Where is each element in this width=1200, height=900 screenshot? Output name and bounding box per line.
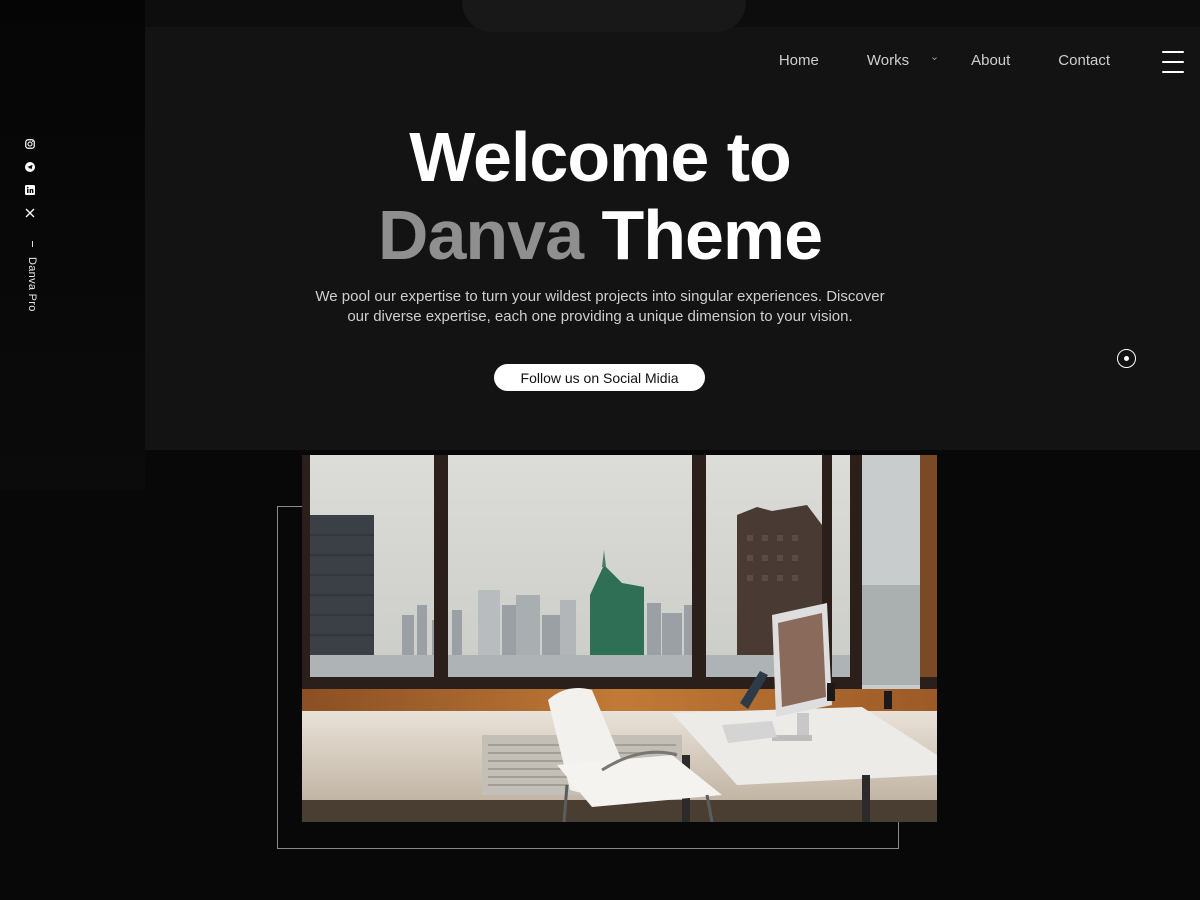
hero-headline: Welcome to Danva Theme: [0, 118, 1200, 274]
nav-contact[interactable]: Contact: [1058, 52, 1110, 69]
nav-works[interactable]: Works: [867, 50, 940, 69]
follow-social-button[interactable]: Follow us on Social Midia: [494, 364, 705, 391]
hamburger-icon[interactable]: [1162, 51, 1184, 73]
headline-brand: Danva: [377, 196, 584, 274]
headline-line1: Welcome to: [409, 118, 792, 196]
office-photo: [302, 455, 937, 822]
top-notch: [462, 0, 746, 32]
scroll-indicator-icon[interactable]: [1117, 349, 1136, 368]
headline-rest: Theme: [583, 196, 823, 274]
nav-home[interactable]: Home: [779, 52, 819, 69]
main-nav: Home Works About Contact: [731, 50, 1110, 69]
nav-about[interactable]: About: [971, 52, 1010, 69]
hero-description: We pool our expertise to turn your wilde…: [315, 288, 885, 325]
